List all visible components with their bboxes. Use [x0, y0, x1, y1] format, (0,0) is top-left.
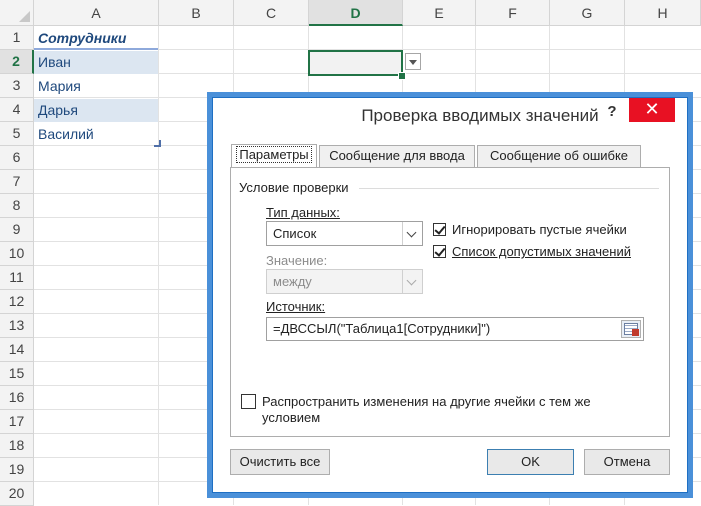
allow-label: Тип данных: — [266, 205, 340, 220]
column-header-c[interactable]: C — [234, 0, 309, 26]
chevron-down-icon — [402, 270, 422, 293]
column-header-e[interactable]: E — [403, 0, 476, 26]
ignore-blank-checkbox[interactable] — [433, 223, 446, 236]
row-header-20[interactable]: 20 — [0, 482, 34, 506]
cell-a2[interactable]: Иван — [34, 51, 158, 74]
cell-a3[interactable]: Мария — [34, 75, 158, 98]
tab-settings-label: Параметры — [236, 146, 312, 163]
cell-dropdown-button[interactable] — [405, 53, 421, 70]
row-header-7[interactable]: 7 — [0, 170, 34, 194]
row-header-8[interactable]: 8 — [0, 194, 34, 218]
column-header-a[interactable]: A — [34, 0, 159, 26]
cancel-button[interactable]: Отмена — [584, 449, 670, 475]
row-header-9[interactable]: 9 — [0, 218, 34, 242]
close-icon[interactable]: ✕ — [629, 98, 675, 122]
source-label: Источник: — [266, 299, 326, 314]
row-header-3[interactable]: 3 — [0, 74, 34, 98]
row-header-18[interactable]: 18 — [0, 434, 34, 458]
row-header-6[interactable]: 6 — [0, 146, 34, 170]
incell-dropdown-checkbox[interactable] — [433, 245, 446, 258]
data-validation-dialog: Проверка вводимых значений ? ✕ Параметры… — [212, 97, 688, 493]
data-dropdown-value: между — [273, 274, 312, 289]
allow-dropdown-value: Список — [273, 226, 317, 241]
row-header-1[interactable]: 1 — [0, 26, 34, 50]
row-header-17[interactable]: 17 — [0, 410, 34, 434]
range-arrow-shape — [632, 329, 639, 336]
group-divider — [359, 188, 659, 189]
row-header-11[interactable]: 11 — [0, 266, 34, 290]
apply-to-all-checkbox[interactable] — [241, 394, 256, 409]
cell-a1[interactable]: Сотрудники — [34, 27, 158, 50]
tab-error-alert[interactable]: Сообщение об ошибке — [477, 145, 641, 167]
cell-a5[interactable]: Василий — [34, 123, 158, 146]
settings-panel: Условие проверки Тип данных: Список Игно… — [230, 167, 670, 437]
data-dropdown: между — [266, 269, 423, 294]
incell-dropdown-label[interactable]: Список допустимых значений — [452, 244, 631, 259]
fill-handle[interactable] — [398, 72, 406, 80]
row-header-13[interactable]: 13 — [0, 314, 34, 338]
row-header-4[interactable]: 4 — [0, 98, 34, 122]
clear-all-button[interactable]: Очистить все — [230, 449, 330, 475]
apply-to-all-label[interactable]: Распространить изменения на другие ячейк… — [262, 394, 632, 426]
help-icon[interactable]: ? — [603, 103, 621, 121]
validation-criteria-title: Условие проверки — [239, 180, 353, 195]
row-header-12[interactable]: 12 — [0, 290, 34, 314]
tab-settings[interactable]: Параметры — [231, 144, 317, 168]
allow-dropdown[interactable]: Список — [266, 221, 423, 246]
source-field-value: =ДВССЫЛ("Таблица1[Сотрудники]") — [273, 321, 491, 336]
row-header-16[interactable]: 16 — [0, 386, 34, 410]
range-select-icon[interactable] — [621, 320, 641, 338]
column-header-b[interactable]: B — [159, 0, 234, 26]
column-header-f[interactable]: F — [476, 0, 550, 26]
column-header-h[interactable]: H — [625, 0, 701, 26]
dialog-titlebar[interactable]: Проверка вводимых значений ? ✕ — [213, 98, 687, 134]
row-header-19[interactable]: 19 — [0, 458, 34, 482]
cell-d2-selected[interactable] — [308, 50, 403, 76]
tab-input-message[interactable]: Сообщение для ввода — [319, 145, 475, 167]
chevron-down-icon — [402, 222, 422, 245]
column-header-d[interactable]: D — [309, 0, 403, 26]
ignore-blank-label[interactable]: Игнорировать пустые ячейки — [452, 222, 627, 237]
select-all-corner[interactable] — [0, 0, 34, 26]
cell-a4[interactable]: Дарья — [34, 99, 158, 122]
row-header-14[interactable]: 14 — [0, 338, 34, 362]
data-label: Значение: — [266, 253, 328, 268]
table-resize-handle[interactable] — [154, 140, 161, 147]
row-header-5[interactable]: 5 — [0, 122, 34, 146]
row-header-10[interactable]: 10 — [0, 242, 34, 266]
column-header-g[interactable]: G — [550, 0, 625, 26]
row-header-15[interactable]: 15 — [0, 362, 34, 386]
row-header-2[interactable]: 2 — [0, 50, 34, 74]
source-field[interactable]: =ДВССЫЛ("Таблица1[Сотрудники]") — [266, 317, 644, 341]
ok-button[interactable]: OK — [487, 449, 574, 475]
